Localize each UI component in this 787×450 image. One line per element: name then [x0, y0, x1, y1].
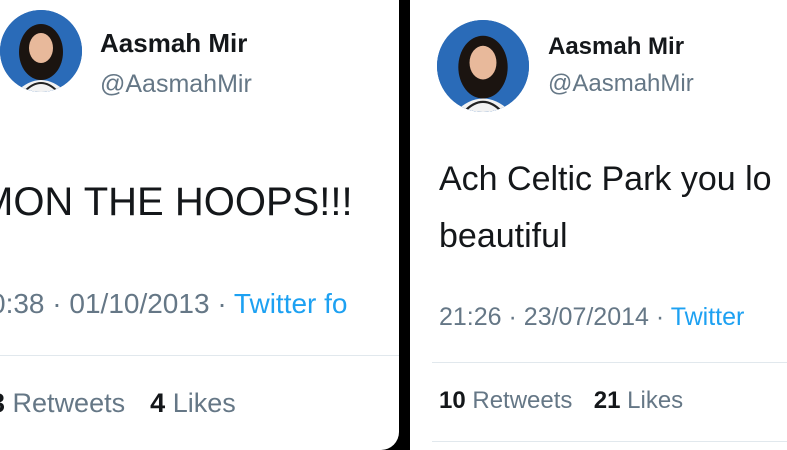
separator: ·: [217, 288, 227, 319]
tweet-text: MON THE HOOPS!!!: [0, 180, 353, 224]
tweet-source-link[interactable]: Twitter: [671, 303, 745, 331]
tweet-timestamp: 21:26 · 23/07/2014 · Twitter: [439, 303, 744, 332]
likes-label[interactable]: Likes: [173, 388, 236, 418]
profile-photo-icon: [437, 20, 529, 112]
separator: ·: [52, 288, 62, 319]
tweet-stats: 3 Retweets 4 Likes: [0, 388, 236, 419]
tweet-date: 23/07/2014: [523, 303, 649, 331]
retweets-label[interactable]: Retweets: [472, 387, 572, 414]
tweet-text-line-1: Ach Celtic Park you lo: [439, 160, 772, 198]
user-handle[interactable]: @AasmahMir: [548, 70, 694, 98]
tweet-time: 21:26: [439, 303, 502, 331]
tweet-timestamp: 0:38 · 01/10/2013 · Twitter fo: [0, 288, 348, 320]
tweet-time: 0:38: [0, 288, 45, 319]
tweet-card-left: Aasmah Mir @AasmahMir MON THE HOOPS!!! 0…: [0, 0, 399, 450]
divider: [0, 355, 399, 356]
screenshot-collage: Aasmah Mir @AasmahMir MON THE HOOPS!!! 0…: [0, 0, 787, 450]
divider: [432, 441, 787, 442]
tweet-source-link[interactable]: Twitter fo: [234, 288, 348, 319]
retweets-count[interactable]: 10: [439, 387, 466, 414]
likes-count[interactable]: 21: [594, 387, 621, 414]
avatar[interactable]: [437, 20, 529, 112]
profile-photo-icon: [0, 10, 82, 92]
tweet-text-line-2: beautiful: [439, 217, 568, 255]
retweets-label[interactable]: Retweets: [13, 388, 126, 418]
separator: ·: [508, 303, 517, 331]
display-name[interactable]: Aasmah Mir: [100, 28, 247, 59]
user-handle[interactable]: @AasmahMir: [100, 70, 252, 99]
retweets-count[interactable]: 3: [0, 388, 5, 418]
tweet-card-right: Aasmah Mir @AasmahMir Ach Celtic Park yo…: [410, 0, 787, 450]
likes-count[interactable]: 4: [150, 388, 165, 418]
display-name[interactable]: Aasmah Mir: [548, 33, 684, 61]
tweet-stats: 10 Retweets 21 Likes: [439, 387, 683, 415]
divider: [432, 362, 787, 363]
likes-label[interactable]: Likes: [627, 387, 683, 414]
avatar[interactable]: [0, 10, 82, 92]
separator: ·: [655, 303, 665, 331]
tweet-date: 01/10/2013: [69, 288, 210, 319]
